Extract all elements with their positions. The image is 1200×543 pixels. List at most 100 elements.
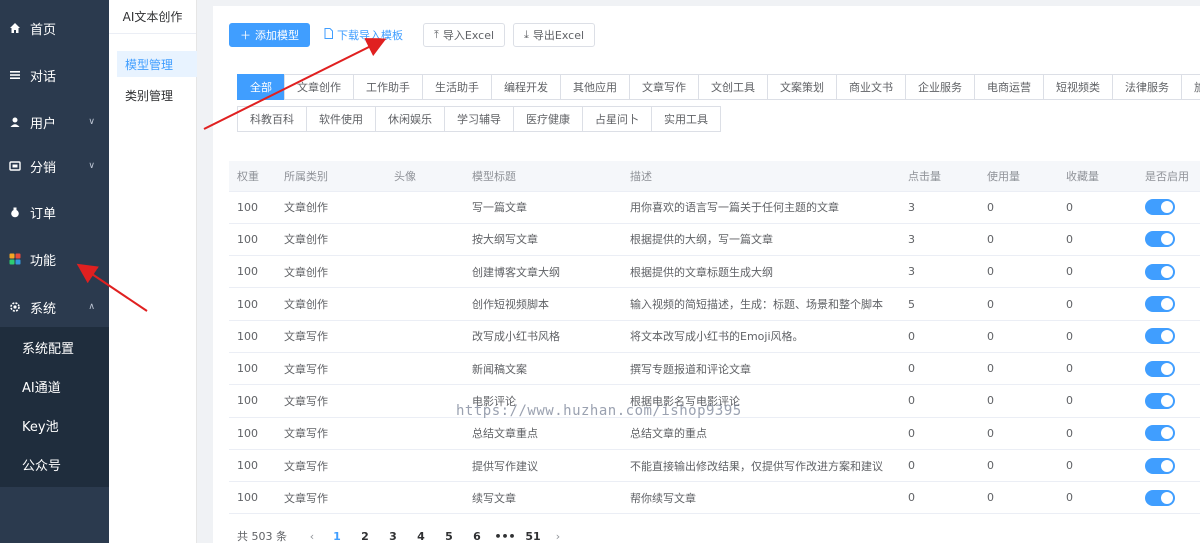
sidebar-item-system[interactable]: 系统 ∧ — [0, 284, 109, 330]
page-number[interactable]: 51 — [519, 530, 547, 543]
category-tab[interactable]: 文章创作 — [284, 74, 354, 100]
category-tab[interactable]: 商业文书 — [836, 74, 906, 100]
table-cell: 3 — [900, 223, 979, 257]
category-tab[interactable]: 科教百科 — [237, 106, 307, 132]
chevron-down-icon: ∨ — [88, 161, 95, 171]
enabled-toggle[interactable] — [1145, 457, 1175, 474]
enabled-toggle[interactable] — [1145, 199, 1175, 216]
table-cell: 100 — [229, 384, 276, 418]
table-cell: 总结文章重点 — [464, 417, 622, 450]
category-tab[interactable]: 编程开发 — [491, 74, 561, 100]
table-cell — [386, 481, 464, 515]
table-cell — [386, 223, 464, 257]
category-tab[interactable]: 医疗健康 — [513, 106, 583, 132]
category-tab[interactable]: 工作助手 — [353, 74, 423, 100]
category-tab[interactable]: 企业服务 — [905, 74, 975, 100]
submenu-item-key-pool[interactable]: Key池 — [0, 406, 109, 445]
table-cell: 0 — [979, 384, 1058, 418]
category-tab[interactable]: 文创工具 — [698, 74, 768, 100]
category-tab[interactable]: 法律服务 — [1112, 74, 1182, 100]
table-cell: 0 — [979, 191, 1058, 224]
sidebar-item-home[interactable]: 首页 — [0, 5, 109, 51]
table-cell: 0 — [900, 449, 979, 483]
table-cell: 提供写作建议 — [464, 449, 622, 483]
table-cell: 100 — [229, 481, 276, 515]
sidebar-item-user[interactable]: 用户 ∨ — [0, 99, 109, 145]
import-excel-button[interactable]: ⤒ 导入Excel — [423, 23, 506, 47]
add-model-button[interactable]: ＋ 添加模型 — [229, 23, 310, 47]
table-cell: 0 — [1058, 384, 1137, 418]
category-tab[interactable]: 旅游攻略 — [1181, 74, 1200, 100]
table-row: 100 文章写作 新闻稿文案 撰写专题报道和评论文章 0 0 0 — [229, 352, 1200, 386]
subnav-item-category-management[interactable]: 类别管理 — [117, 82, 197, 108]
sidebar-item-chat[interactable]: 对话 — [0, 52, 109, 98]
document-icon — [324, 28, 333, 42]
table-row: 100 文章写作 提供写作建议 不能直接输出修改结果，仅提供写作改进方案和建议 0 0 0 — [229, 449, 1200, 483]
page-number[interactable]: 5 — [435, 530, 463, 543]
subnav-item-model-management[interactable]: 模型管理 — [117, 51, 197, 77]
enabled-toggle[interactable] — [1145, 263, 1175, 280]
category-tab[interactable]: 文章写作 — [629, 74, 699, 100]
table-cell: 0 — [979, 320, 1058, 353]
next-page-icon[interactable]: › — [547, 530, 569, 543]
table-cell: 0 — [900, 481, 979, 515]
page-number[interactable]: 4 — [407, 530, 435, 543]
page-number[interactable]: 1 — [323, 530, 351, 543]
pagination: 共 503 条 ‹ 1 2 3 4 5 6 ••• 51 › — [237, 528, 569, 543]
table-cell — [386, 449, 464, 483]
table-cell: 0 — [900, 384, 979, 418]
enabled-toggle[interactable] — [1145, 231, 1175, 248]
page-number[interactable]: 6 — [463, 530, 491, 543]
table-cell: 改写成小红书风格 — [464, 320, 622, 353]
table-cell: 0 — [979, 449, 1058, 483]
enabled-toggle[interactable] — [1145, 360, 1175, 377]
pagination-total: 共 503 条 — [237, 530, 287, 543]
table-cell: 帮你续写文章 — [622, 481, 900, 515]
submenu-item-ai-channel[interactable]: AI通道 — [0, 367, 109, 406]
export-excel-button[interactable]: ⤓ 导出Excel — [513, 23, 596, 47]
table-row: 100 文章创作 创作短视频脚本 输入视频的简短描述，生成：标题、场景和整个脚本 5 0 0 — [229, 287, 1200, 321]
category-tab[interactable]: 电商运营 — [974, 74, 1044, 100]
page-number[interactable]: 2 — [351, 530, 379, 543]
category-tab[interactable]: 实用工具 — [651, 106, 721, 132]
sidebar-item-distribution[interactable]: 分销 ∨ — [0, 143, 109, 189]
table-cell — [386, 255, 464, 289]
table-cell: 文章写作 — [276, 449, 386, 483]
table-body: 100 文章创作 写一篇文章 用你喜欢的语言写一篇关于任何主题的文章 3 0 0 100 文章创… — [229, 191, 1200, 515]
prev-page-icon[interactable]: ‹ — [301, 530, 323, 543]
page-number[interactable]: 3 — [379, 530, 407, 543]
enabled-toggle[interactable] — [1145, 296, 1175, 313]
sidebar-item-orders[interactable]: 订单 — [0, 189, 109, 235]
column-header: 描述 — [622, 161, 900, 192]
enabled-toggle[interactable] — [1145, 425, 1175, 442]
sidebar-item-features[interactable]: 功能 — [0, 236, 109, 282]
table-cell: 100 — [229, 320, 276, 353]
category-tab[interactable]: 软件使用 — [306, 106, 376, 132]
enabled-toggle[interactable] — [1145, 392, 1175, 409]
table-cell: 0 — [1058, 449, 1137, 483]
submenu-item-wechat-account[interactable]: 公众号 — [0, 445, 109, 484]
category-tab[interactable]: 生活助手 — [422, 74, 492, 100]
download-template-button[interactable]: 下载导入模板 — [318, 23, 409, 47]
table-cell: 0 — [979, 287, 1058, 321]
enabled-toggle[interactable] — [1145, 489, 1175, 506]
category-tab[interactable]: 休闲娱乐 — [375, 106, 445, 132]
category-tab[interactable]: 占星问卜 — [582, 106, 652, 132]
table-cell: 0 — [1058, 255, 1137, 289]
table-row: 100 文章创作 写一篇文章 用你喜欢的语言写一篇关于任何主题的文章 3 0 0 — [229, 191, 1200, 224]
category-tab[interactable]: 全部 — [237, 74, 285, 100]
category-tab[interactable]: 其他应用 — [560, 74, 630, 100]
page-number[interactable]: ••• — [491, 530, 519, 543]
enabled-toggle[interactable] — [1145, 328, 1175, 345]
category-tab[interactable]: 学习辅导 — [444, 106, 514, 132]
table-cell: 0 — [979, 417, 1058, 450]
grid-color-icon — [8, 252, 22, 266]
table-cell: 0 — [1058, 223, 1137, 257]
category-tab[interactable]: 短视频类 — [1043, 74, 1113, 100]
table-cell: 0 — [1058, 287, 1137, 321]
submenu-item-system-config[interactable]: 系统配置 — [0, 328, 109, 367]
table-row: 100 文章创作 按大纲写文章 根据提供的大纲，写一篇文章 3 0 0 — [229, 223, 1200, 257]
table-cell: 创作短视频脚本 — [464, 287, 622, 321]
category-tab[interactable]: 文案策划 — [767, 74, 837, 100]
column-header: 使用量 — [979, 161, 1058, 192]
